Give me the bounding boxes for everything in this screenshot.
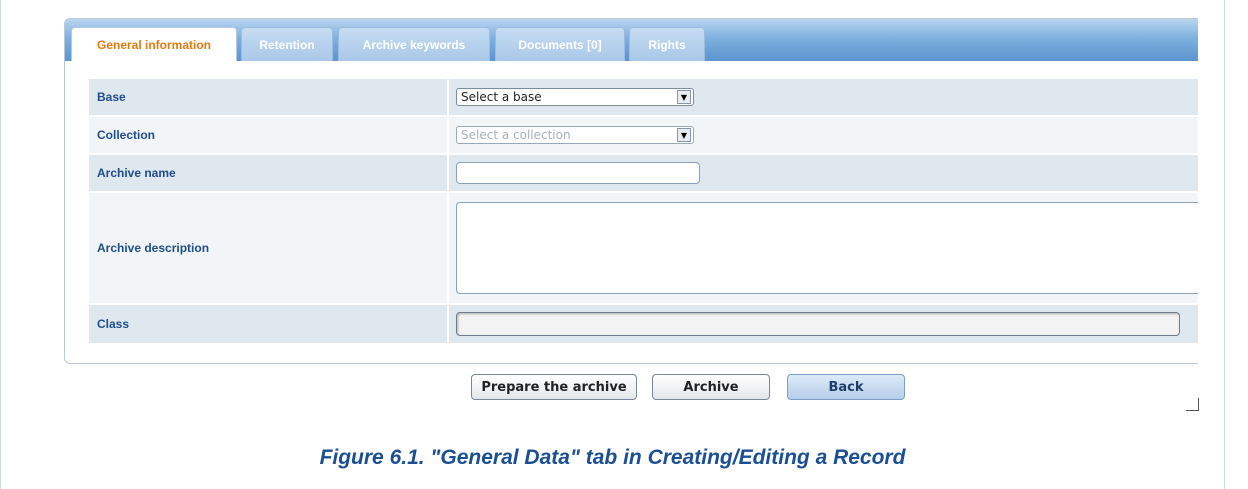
tab-retention[interactable]: Retention [241, 27, 333, 61]
base-field-cell: Select a base ▼ [449, 79, 1198, 115]
base-select[interactable]: Select a base ▼ [456, 88, 694, 106]
tab-documents[interactable]: Documents [0] [495, 27, 625, 61]
class-row: Class [89, 305, 1198, 345]
archive-description-label: Archive description [89, 193, 449, 303]
tab-bar: General information Retention Archive ke… [65, 19, 1198, 61]
archive-name-input[interactable] [456, 162, 700, 184]
prepare-archive-button[interactable]: Prepare the archive [471, 374, 637, 400]
base-select-value: Select a base [461, 90, 542, 104]
resize-grip-icon[interactable] [1186, 398, 1199, 411]
collection-select[interactable]: Select a collection ▼ [456, 126, 694, 144]
tab-archive-keywords[interactable]: Archive keywords [338, 27, 490, 61]
collection-select-value: Select a collection [461, 128, 571, 142]
general-information-form: Base Select a base ▼ Collection Select a… [89, 79, 1198, 345]
archive-name-label: Archive name [89, 155, 449, 191]
archive-name-row: Archive name [89, 155, 1198, 193]
archive-description-field-cell [449, 193, 1198, 303]
base-label: Base [89, 79, 449, 115]
class-input[interactable] [456, 312, 1180, 336]
archive-name-field-cell [449, 155, 1198, 191]
archive-button[interactable]: Archive [652, 374, 770, 400]
collection-label: Collection [89, 117, 449, 153]
chevron-down-icon[interactable]: ▼ [677, 128, 691, 142]
archive-description-row: Archive description [89, 193, 1198, 305]
chevron-down-icon[interactable]: ▼ [677, 90, 691, 104]
back-button[interactable]: Back [787, 374, 905, 400]
record-panel: General information Retention Archive ke… [64, 18, 1198, 364]
class-label: Class [89, 305, 449, 343]
base-row: Base Select a base ▼ [89, 79, 1198, 117]
tab-general-information[interactable]: General information [71, 27, 237, 61]
archive-description-textarea[interactable] [456, 202, 1198, 294]
collection-field-cell: Select a collection ▼ [449, 117, 1198, 153]
figure-caption: Figure 6.1. "General Data" tab in Creati… [319, 446, 906, 469]
collection-row: Collection Select a collection ▼ [89, 117, 1198, 155]
class-field-cell [449, 305, 1198, 343]
tab-rights[interactable]: Rights [629, 27, 705, 61]
